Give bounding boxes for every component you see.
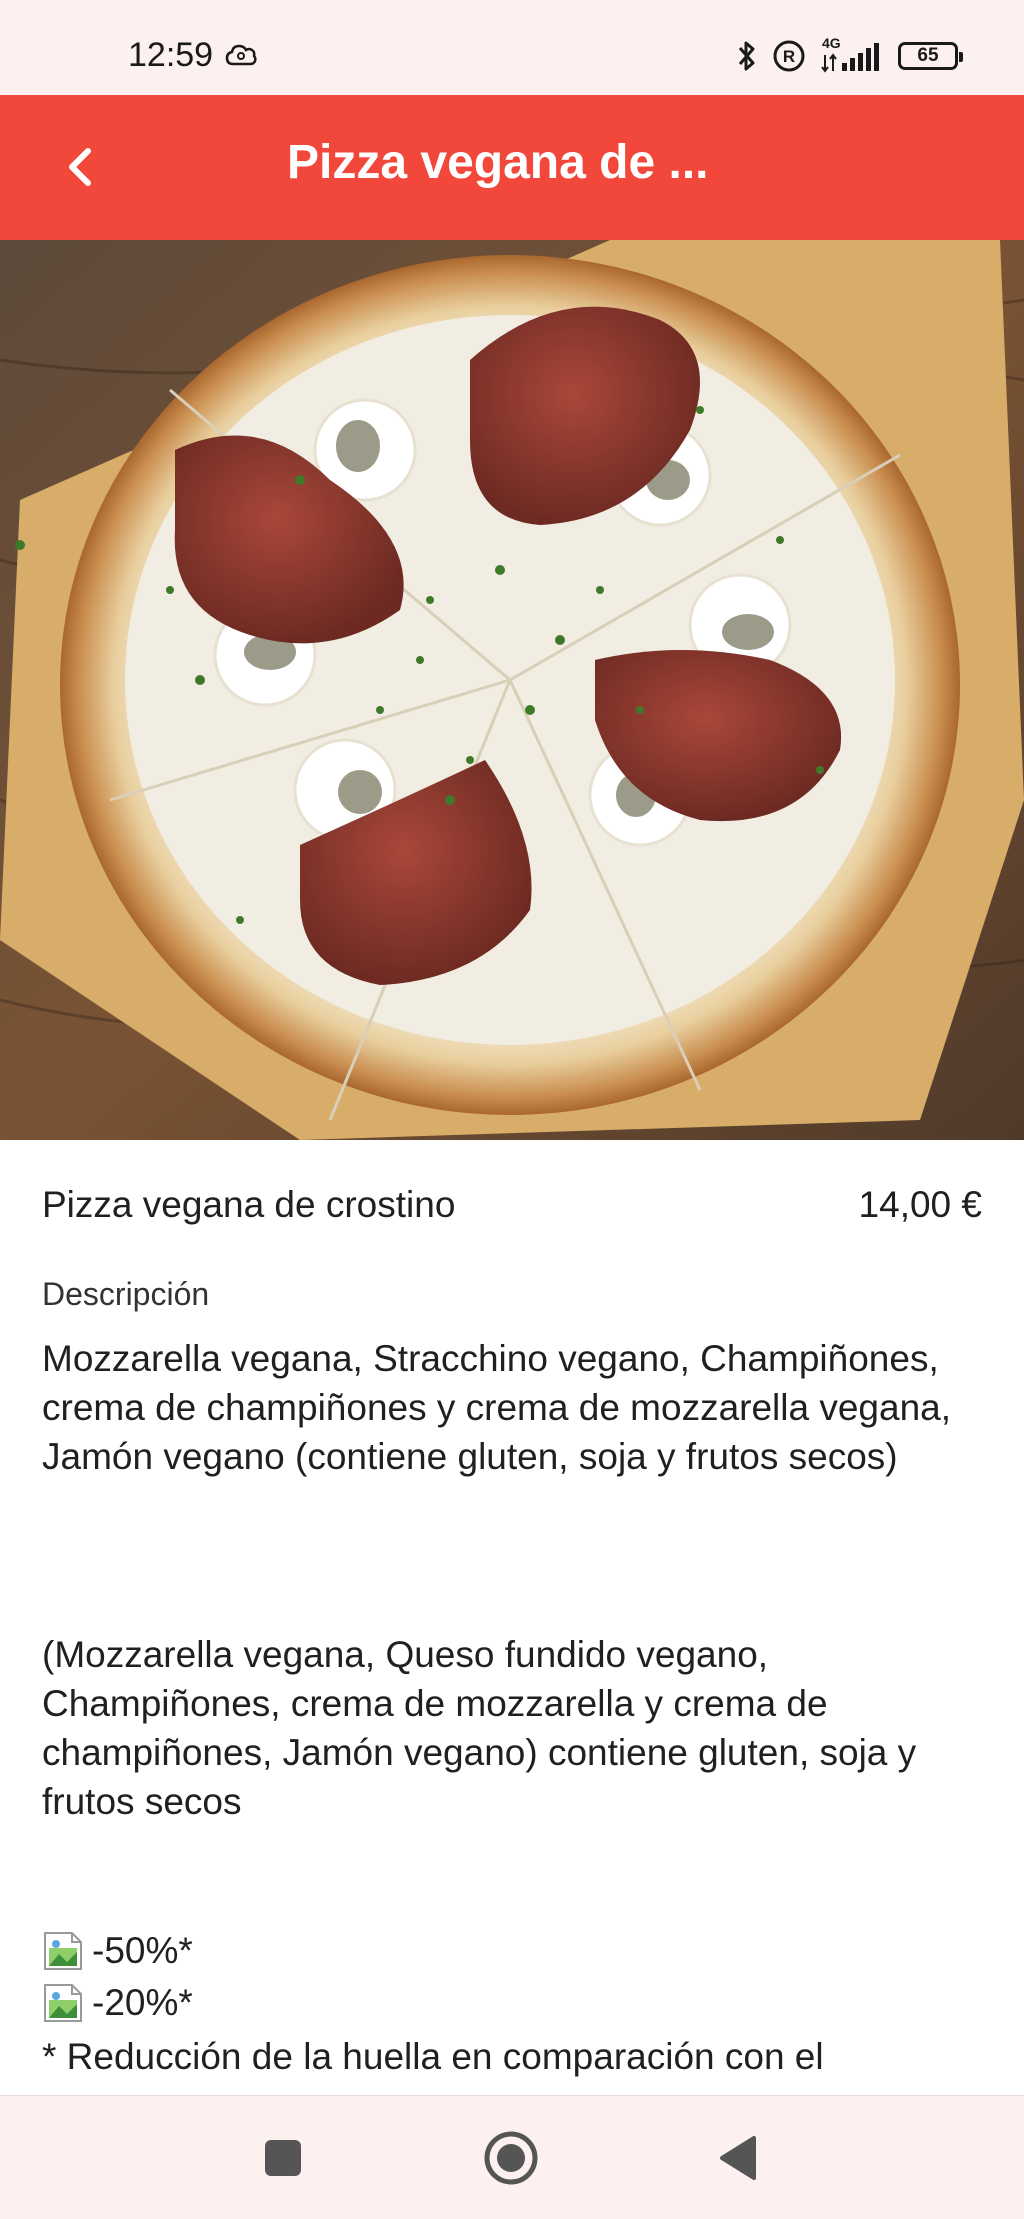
item-name: Pizza vegana de crostino	[42, 1184, 456, 1225]
footprint-badge: -20%*	[42, 1980, 193, 2026]
broken-image-icon	[44, 1984, 82, 2022]
bluetooth-icon	[738, 41, 755, 71]
square-icon	[265, 2140, 301, 2176]
item-details: Pizza vegana de crostino 14,00 € Descrip…	[0, 1140, 1024, 2095]
chevron-left-icon	[69, 148, 91, 186]
pizza-photo	[0, 240, 1024, 1140]
badge-text: -50%*	[92, 1930, 193, 1971]
page-title: Pizza vegana de ...	[287, 136, 709, 189]
nav-back-button[interactable]	[708, 2128, 768, 2188]
back-button[interactable]	[40, 127, 120, 207]
item-price: 14,00 €	[858, 1184, 982, 1225]
registered-icon: R	[773, 40, 805, 72]
recents-button[interactable]	[253, 2128, 313, 2188]
triangle-back-icon	[720, 2136, 756, 2180]
broken-image-icon	[44, 1932, 82, 1970]
weather-cloud-icon	[225, 44, 257, 66]
footnote-text: * Reducción de la huella en comparación …	[42, 2036, 824, 2077]
status-icons: R 4G 65	[736, 35, 963, 76]
status-bar: 12:59 R 4G 65	[0, 0, 1024, 95]
description-alt-text: (Mozzarella vegana, Queso fundido vegano…	[42, 1634, 917, 1822]
circle-home-icon	[484, 2131, 538, 2185]
badge-text: -20%*	[92, 1982, 193, 2023]
description-label: Descripción	[42, 1276, 210, 1312]
status-time: 12:59	[128, 36, 214, 74]
system-nav-bar	[0, 2095, 1024, 2219]
description-text: Mozzarella vegana, Stracchino vegano, Ch…	[42, 1338, 952, 1477]
battery-indicator: 65	[898, 42, 963, 70]
home-button[interactable]	[481, 2128, 541, 2188]
signal-icon: 4G	[820, 35, 884, 73]
app-bar: Pizza vegana de ...	[0, 95, 1024, 240]
product-image[interactable]	[0, 240, 1024, 1140]
svg-text:R: R	[783, 47, 795, 66]
footprint-badge: -50%*	[42, 1928, 193, 1974]
